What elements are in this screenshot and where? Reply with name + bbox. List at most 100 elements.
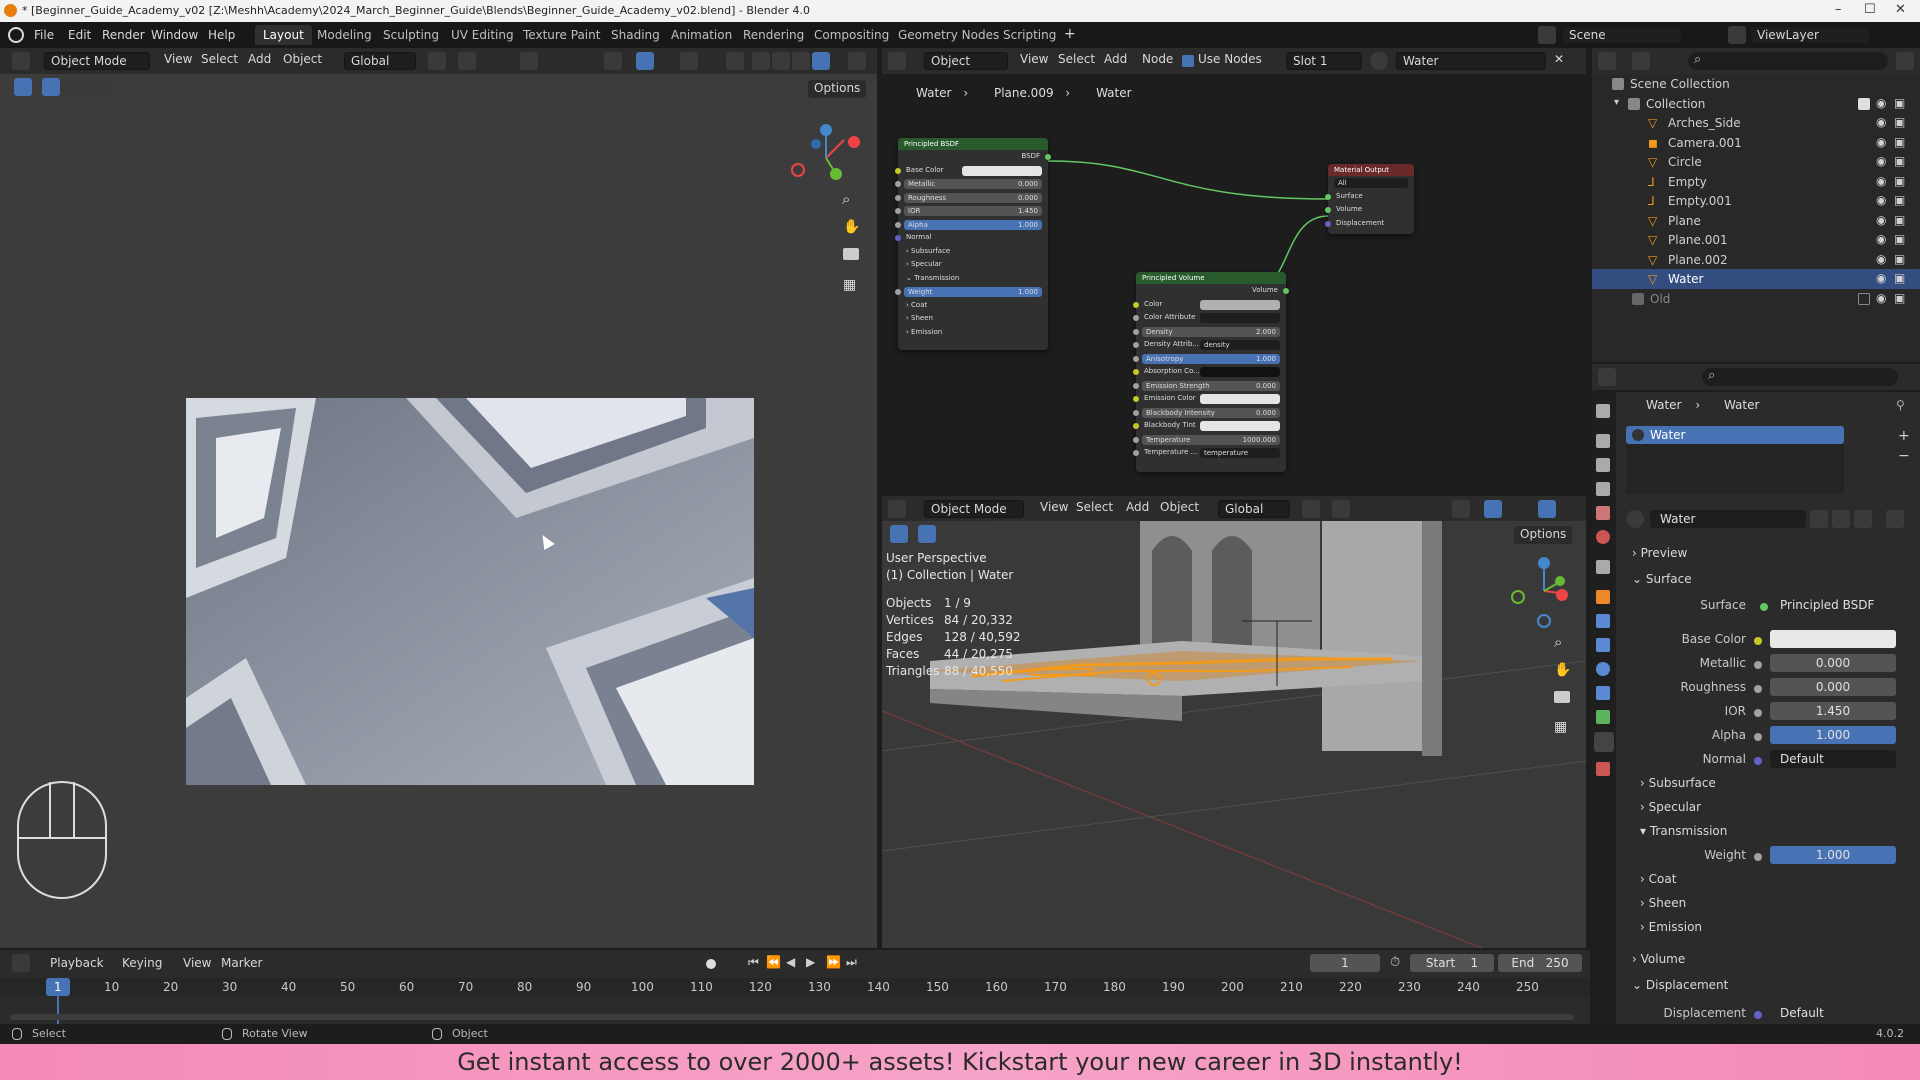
outliner-item-empty-001[interactable]: ⅃ Empty.001 ◉ ▣	[1592, 191, 1920, 211]
surface-panel[interactable]: ⌄ Surface	[1632, 572, 1692, 586]
tab-layout[interactable]: Layout	[255, 25, 312, 45]
outliner-panel[interactable]: Scene Collection ▾ Collection ◉ ▣ ▽ Arche…	[1592, 74, 1920, 362]
node-view-menu[interactable]: View	[1020, 52, 1048, 70]
outliner-item-arches-side[interactable]: ▽ Arches_Side ◉ ▣	[1592, 113, 1920, 133]
empty-camera-icon[interactable]: ▣	[1894, 174, 1905, 188]
material-shading-icon[interactable]	[792, 52, 810, 70]
outliner-collection-old[interactable]: Old ◉ ▣	[1592, 289, 1920, 309]
rendered-preview[interactable]	[186, 398, 754, 785]
outliner-item-circle[interactable]: ▽ Circle ◉ ▣	[1592, 152, 1920, 172]
bsdf-specular-panel[interactable]: › Specular	[898, 258, 1048, 272]
roughness-socket[interactable]	[895, 194, 901, 201]
vol-color-attr-field[interactable]	[1200, 313, 1280, 323]
pan-hand-icon[interactable]: ✋	[843, 219, 860, 235]
vol-emission-color-swatch[interactable]	[1200, 394, 1280, 404]
maximize-icon[interactable]: ☐	[1864, 2, 1876, 17]
empty001-camera-icon[interactable]: ▣	[1894, 193, 1905, 207]
plane-eye-icon[interactable]: ◉	[1876, 213, 1886, 227]
vol-temperature-attr-field[interactable]: temperature	[1200, 448, 1280, 458]
node-tree-icon[interactable]	[1886, 510, 1904, 528]
editor-type-icon[interactable]	[12, 52, 30, 70]
menu-edit[interactable]: Edit	[68, 28, 91, 42]
bsdf-sheen-panel[interactable]: › Sheen	[898, 312, 1048, 326]
output-target-dropdown[interactable]: All	[1334, 178, 1408, 188]
add-workspace-icon[interactable]: +	[1064, 26, 1076, 42]
normal-field[interactable]: Default	[1770, 750, 1896, 768]
roughness-field[interactable]: 0.000	[1770, 678, 1896, 696]
node-material-field[interactable]: Water	[1396, 52, 1546, 70]
solid-shading-icon[interactable]	[772, 52, 790, 70]
vol-absorption-swatch[interactable]	[1200, 367, 1280, 377]
tab-sculpting[interactable]: Sculpting	[375, 25, 447, 45]
prev-key-icon[interactable]: ⏪	[766, 955, 781, 969]
menu-help[interactable]: Help	[208, 28, 235, 42]
menu-window[interactable]: Window	[151, 28, 198, 42]
scene-icon[interactable]	[1538, 26, 1556, 44]
right-select-new-icon[interactable]	[918, 525, 936, 543]
material-browse-icon[interactable]	[1626, 510, 1644, 528]
collection-tab-icon[interactable]	[1596, 560, 1610, 574]
pivot-icon[interactable]	[428, 52, 446, 70]
tab-rendering[interactable]: Rendering	[735, 25, 812, 45]
right-pan-hand-icon[interactable]: ✋	[1554, 662, 1571, 678]
outliner-collection[interactable]: ▾ Collection ◉ ▣	[1592, 94, 1920, 114]
alpha-socket[interactable]	[895, 221, 901, 228]
water-camera-icon[interactable]: ▣	[1894, 271, 1905, 285]
left-3d-viewport[interactable]: Options ⌕ ✋ ▦	[0, 74, 877, 948]
node-editor-type-icon[interactable]	[888, 52, 906, 70]
tab-modeling[interactable]: Modeling	[309, 25, 380, 45]
old-eye-icon[interactable]: ◉	[1876, 291, 1886, 305]
weight-socket[interactable]	[895, 289, 901, 295]
bsdf-coat-panel[interactable]: › Coat	[898, 299, 1048, 313]
base-color-swatch[interactable]	[1770, 630, 1896, 648]
preview-panel[interactable]: › Preview	[1632, 546, 1687, 560]
left-view-menu[interactable]: View	[164, 52, 192, 70]
vol-density-field[interactable]: Density 2.000	[1142, 326, 1280, 337]
xray-icon[interactable]	[726, 52, 744, 70]
bsdf-emission-panel[interactable]: › Emission	[898, 326, 1048, 340]
right-grid-view-icon[interactable]: ▦	[1554, 719, 1567, 735]
right-options-button[interactable]: Options	[1514, 526, 1573, 544]
bsdf-metallic-field[interactable]: Metallic 0.000	[904, 179, 1042, 189]
timeline-scrollbar[interactable]	[10, 1014, 1574, 1020]
volume-panel[interactable]: › Volume	[1632, 952, 1685, 966]
tab-texture-paint[interactable]: Texture Paint	[515, 25, 608, 45]
constraints-tab-icon[interactable]	[1596, 686, 1610, 700]
tool-tab-icon[interactable]	[1596, 404, 1610, 418]
material-sphere-icon[interactable]	[1370, 52, 1388, 70]
object-tab-icon[interactable]	[1596, 590, 1610, 604]
right-select-intersect-icon[interactable]	[972, 525, 990, 543]
transmission-panel[interactable]: ▾ Transmission	[1640, 824, 1727, 838]
unlink-material-icon[interactable]	[1854, 510, 1872, 528]
collection-camera-icon[interactable]: ▣	[1894, 96, 1905, 110]
plane001-camera-icon[interactable]: ▣	[1894, 232, 1905, 246]
right-mode-dropdown[interactable]: Object Mode	[924, 500, 1024, 518]
tab-geometry-nodes[interactable]: Geometry Nodes	[890, 25, 1007, 45]
right-select-subtract-icon[interactable]	[954, 525, 972, 543]
right-overlay-icon[interactable]	[1538, 500, 1556, 518]
marker-menu[interactable]: Marker	[221, 956, 262, 974]
zoom-icon[interactable]: ⌕	[842, 190, 850, 208]
vol-anisotropy-socket[interactable]	[1133, 355, 1139, 362]
right-select-extend-icon[interactable]	[936, 525, 954, 543]
outliner-editor-icon[interactable]	[1598, 52, 1616, 70]
scene-selector[interactable]: Scene	[1562, 26, 1682, 44]
minimize-icon[interactable]: –	[1835, 2, 1842, 17]
outliner-item-empty[interactable]: ⅃ Empty ◉ ▣	[1592, 172, 1920, 192]
vol-blackbody-tint-socket[interactable]	[1133, 423, 1139, 429]
data-tab-icon[interactable]	[1596, 710, 1610, 724]
alpha-field[interactable]: 1.000	[1770, 726, 1896, 744]
vol-density-attr-field[interactable]: density	[1200, 340, 1280, 350]
scene-tab-icon[interactable]	[1596, 506, 1610, 520]
subsurface-panel[interactable]: › Subsurface	[1640, 776, 1716, 790]
select-intersect-icon[interactable]	[96, 78, 114, 96]
outliner-item-water[interactable]: ▽ Water ◉ ▣	[1592, 269, 1920, 289]
physics-tab-icon[interactable]	[1596, 662, 1610, 676]
volume-output-socket[interactable]	[1283, 288, 1289, 294]
bsdf-alpha-field[interactable]: Alpha 1.000	[904, 219, 1042, 230]
outliner-search-input[interactable]	[1688, 52, 1888, 70]
add-slot-button[interactable]: +	[1898, 428, 1910, 444]
collection-checkbox[interactable]	[1858, 97, 1870, 110]
material-name-field[interactable]: Water	[1650, 510, 1806, 528]
left-orientation-dropdown[interactable]: Global	[344, 52, 416, 70]
